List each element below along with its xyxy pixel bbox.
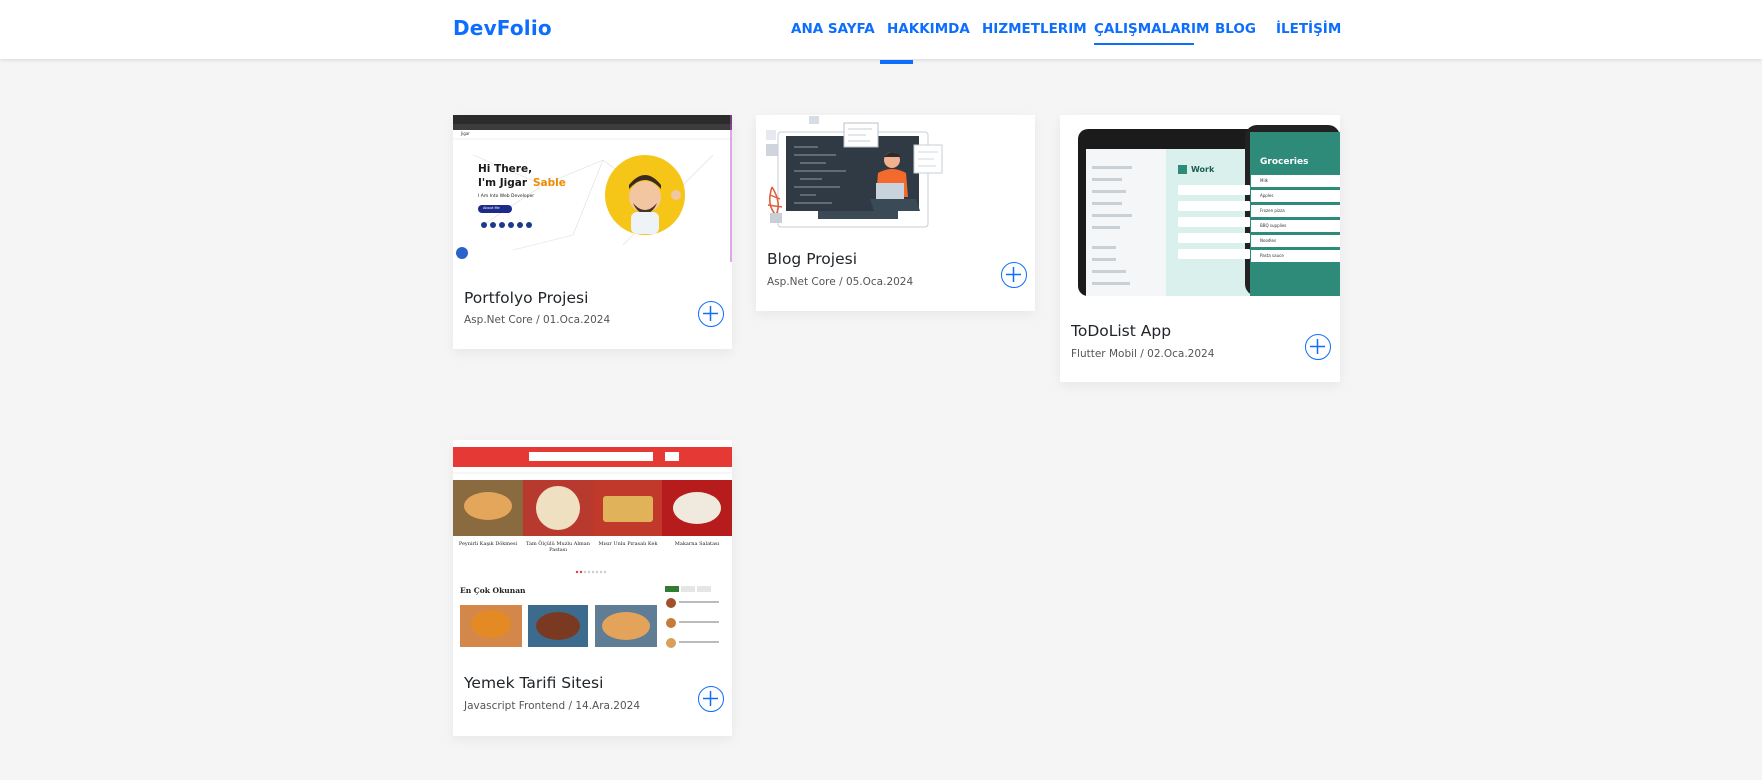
project-card-todolist[interactable]: Work Groceries Milk Apples Frozen pizza …	[1060, 115, 1340, 382]
thumb-food-label: Mısır Unlu Pırasalı Kek	[598, 541, 658, 547]
nav-menu: ANA SAYFA HAKKIMDA HIZMETLERIM ÇALIŞMALA…	[0, 21, 1762, 45]
open-project-button[interactable]	[1001, 262, 1027, 288]
project-meta: Asp.Net Core / 01.Oca.2024	[464, 314, 611, 326]
project-meta: Flutter Mobil / 02.Oca.2024	[1071, 348, 1215, 360]
project-title: ToDoList App	[1071, 322, 1172, 340]
thumb-nav-brand: Jigar	[461, 131, 470, 136]
thumb-button: About Me	[483, 206, 500, 210]
project-thumbnail-yemek-tarifi: Peynirli Kaşık Dökmesi Tam Ölçülü Muzlu …	[453, 440, 732, 652]
thumb-headline-3: Sable	[533, 177, 566, 189]
thumb-phone-item: Noodles	[1260, 238, 1277, 243]
project-title: Portfolyo Projesi	[464, 289, 589, 307]
nav-item-calismalarim[interactable]: ÇALIŞMALARIM	[1094, 21, 1210, 45]
thumb-phone-item: Pasta sauce	[1260, 253, 1284, 258]
open-project-button[interactable]	[698, 686, 724, 712]
open-project-button[interactable]	[1305, 334, 1331, 360]
plus-icon	[1006, 267, 1021, 282]
project-title: Blog Projesi	[767, 250, 858, 268]
project-card-portfolyo[interactable]: Jigar Hi There, I'm Jigar Sable I Am Int…	[453, 115, 732, 349]
plus-icon	[703, 691, 718, 706]
scroll-indicator	[880, 60, 913, 64]
project-thumbnail-blog	[756, 115, 1035, 230]
project-meta: Javascript Frontend / 14.Ara.2024	[464, 700, 641, 712]
nav-item-hizmetlerim[interactable]: HIZMETLERIM	[982, 21, 1087, 37]
open-project-button[interactable]	[698, 301, 724, 327]
project-thumbnail-portfolyo: Jigar Hi There, I'm Jigar Sable I Am Int…	[453, 115, 732, 262]
project-card-yemek-tarifi[interactable]: Peynirli Kaşık Dökmesi Tam Ölçülü Muzlu …	[453, 440, 732, 736]
project-thumbnail-todolist: Work Groceries Milk Apples Frozen pizza …	[1060, 115, 1340, 296]
thumb-phone-item: BBQ supplies	[1260, 223, 1287, 228]
thumb-food-label: Peynirli Kaşık Dökmesi	[458, 541, 518, 547]
thumb-section-title: En Çok Okunan	[460, 586, 526, 595]
nav-item-hakkimda[interactable]: HAKKIMDA	[887, 21, 970, 37]
project-meta: Asp.Net Core / 05.Oca.2024	[767, 276, 914, 288]
thumb-sub: I Am Into Web Developer	[478, 194, 535, 199]
plus-icon	[703, 306, 718, 321]
project-card-blog[interactable]: Blog Projesi Asp.Net Core / 05.Oca.2024	[756, 115, 1035, 311]
nav-item-iletisim[interactable]: İLETİŞİM	[1276, 21, 1341, 37]
thumb-phone-title: Groceries	[1260, 157, 1309, 167]
plus-icon	[1310, 339, 1325, 354]
thumb-phone-item: Frozen pizza	[1260, 208, 1285, 213]
thumb-tablet-title: Work	[1191, 165, 1215, 174]
navbar: DevFolio ANA SAYFA HAKKIMDA HIZMETLERIM …	[0, 0, 1762, 59]
project-title: Yemek Tarifi Sitesi	[464, 674, 604, 692]
thumb-phone-item: Milk	[1260, 178, 1268, 183]
thumb-phone-item: Apples	[1260, 193, 1274, 198]
thumb-headline-1: Hi There,	[478, 163, 533, 175]
nav-item-blog[interactable]: BLOG	[1215, 21, 1256, 37]
thumb-headline-2: I'm Jigar	[478, 177, 528, 189]
thumb-food-label: Makarna Salatası	[674, 541, 720, 547]
thumb-food-label: Tam Ölçülü Muzlu Alman Pastası	[526, 541, 590, 553]
nav-item-ana-sayfa[interactable]: ANA SAYFA	[791, 21, 875, 37]
